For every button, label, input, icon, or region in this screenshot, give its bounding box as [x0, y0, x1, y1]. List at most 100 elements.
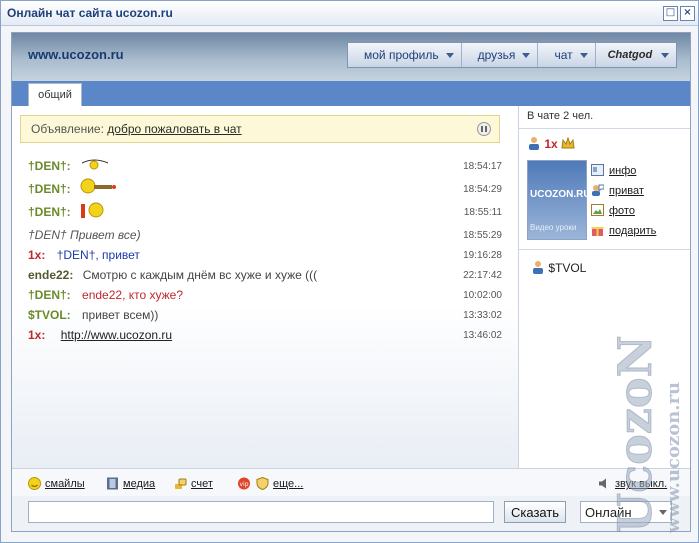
user-list-name: $TVOL	[548, 261, 587, 275]
shield-icon	[256, 477, 269, 490]
svg-text:vip: vip	[239, 481, 248, 488]
tab-general[interactable]: общий	[28, 83, 82, 107]
photo-icon	[591, 204, 604, 216]
sidebar-divider	[519, 249, 690, 250]
message-text: привет всем))	[82, 308, 159, 322]
film-icon	[107, 477, 118, 490]
media-label: медиа	[123, 478, 156, 490]
message-row: †DEN†: 18:54:17	[28, 159, 508, 179]
nav-chat-label: чат	[554, 48, 573, 62]
smiley-image	[81, 202, 104, 218]
action-photo[interactable]: фото	[591, 204, 635, 217]
pause-icon[interactable]	[477, 122, 491, 136]
avatar-title: UCOZON.RU	[530, 189, 591, 200]
selected-user-name: 1x	[544, 137, 558, 151]
message-nick[interactable]: ende22:	[28, 268, 73, 282]
sidebar-divider	[519, 128, 690, 129]
tab-bar	[12, 81, 690, 106]
chat-frame: www.ucozon.ru мой профиль друзья чат Cha…	[11, 32, 691, 532]
message-time: 19:16:28	[463, 250, 502, 261]
input-row: Сказать Онлайн	[12, 496, 690, 531]
message-nick[interactable]: †DEN†:	[28, 182, 71, 196]
status-value: Онлайн	[585, 505, 632, 520]
nav-friends[interactable]: друзья	[462, 43, 539, 67]
message-time: 22:17:42	[463, 270, 502, 281]
message-time: 13:46:02	[463, 330, 502, 341]
action-info-label: инфо	[609, 165, 637, 177]
nav-my-profile[interactable]: мой профиль	[348, 43, 462, 67]
smiley-image	[81, 159, 109, 170]
message-row: †DEN†: ende22, кто хуже? 10:02:00	[28, 288, 508, 308]
message-row: †DEN†: 18:55:11	[28, 202, 508, 225]
nav-chatgod[interactable]: Chatgod	[596, 43, 677, 67]
message-nick[interactable]: 1x:	[28, 328, 45, 342]
status-select[interactable]: Онлайн	[580, 501, 672, 523]
message-row: †DEN† Привет все) 18:55:29	[28, 228, 508, 248]
chevron-down-icon	[445, 53, 454, 58]
avatar-caption: Видео уроки	[530, 223, 577, 232]
nav-chat[interactable]: чат	[538, 43, 596, 67]
smiles-button[interactable]: смайлы	[28, 477, 85, 490]
smiley-icon	[28, 477, 41, 490]
message-nick[interactable]: †DEN†:	[28, 159, 71, 173]
user-icon	[529, 137, 539, 150]
site-name[interactable]: www.ucozon.ru	[28, 47, 124, 62]
user-sidebar: В чате 2 чел. 1x UCOZON.RU Видео уроки и…	[519, 106, 690, 468]
announcement-label: Объявление:	[31, 122, 104, 136]
message-text: Смотрю с каждым днём вс хуже и хуже (((	[82, 268, 318, 282]
message-time: 13:33:02	[463, 310, 502, 321]
score-button[interactable]: счет	[174, 477, 213, 490]
action-info[interactable]: инфо	[591, 164, 636, 177]
message-row: $TVOL: привет всем)) 13:33:02	[28, 308, 508, 328]
more-label: еще...	[273, 478, 304, 490]
user-list-item[interactable]: $TVOL	[531, 260, 586, 275]
private-message-icon	[592, 184, 604, 196]
message-nick[interactable]: 1x:	[28, 248, 45, 262]
chevron-down-icon	[522, 53, 531, 58]
action-gift[interactable]: подарить	[591, 224, 656, 237]
coins-icon	[175, 478, 187, 489]
message-row: 1x: http://www.ucozon.ru 13:46:02	[28, 328, 508, 348]
window-title: Онлайн чат сайта ucozon.ru	[7, 6, 173, 20]
smiley-image	[80, 178, 116, 194]
sound-label: звук выкл.	[615, 478, 668, 490]
speaker-icon	[599, 478, 606, 489]
nav-my-profile-label: мой профиль	[364, 48, 439, 62]
message-nick[interactable]: †DEN†:	[28, 205, 71, 219]
media-button[interactable]: медиа	[106, 477, 155, 490]
send-button[interactable]: Сказать	[504, 501, 566, 523]
more-button[interactable]: vip еще...	[236, 477, 303, 490]
message-row: ende22: Смотрю с каждым днём вс хуже и х…	[28, 268, 508, 288]
announcement-bar: Объявление: добро пожаловать в чат	[20, 115, 500, 143]
action-gift-label: подарить	[609, 225, 657, 237]
close-button[interactable]: ×	[680, 6, 695, 21]
score-label: счет	[191, 478, 213, 490]
chat-window: Онлайн чат сайта ucozon.ru □ × www.ucozo…	[0, 0, 699, 543]
title-bar: Онлайн чат сайта ucozon.ru □ ×	[1, 1, 698, 26]
user-avatar: UCOZON.RU Видео уроки	[527, 160, 591, 240]
smiles-label: смайлы	[45, 478, 85, 490]
message-time: 18:55:11	[463, 207, 502, 218]
message-link[interactable]: http://www.ucozon.ru	[61, 328, 172, 342]
message-nick[interactable]: †DEN†:	[28, 288, 71, 302]
chevron-down-icon	[659, 510, 667, 515]
message-area: Объявление: добро пожаловать в чат †DEN†…	[12, 106, 519, 468]
message-text: ende22, кто хуже?	[82, 288, 184, 302]
crown-icon	[561, 136, 575, 149]
maximize-button[interactable]: □	[663, 6, 678, 21]
vip-icon: vip	[238, 477, 250, 490]
message-row: †DEN†: 18:54:29	[28, 178, 508, 202]
announcement-link[interactable]: добро пожаловать в чат	[107, 122, 241, 136]
message-row: 1x: †DEN†, привет 19:16:28	[28, 248, 508, 268]
message-recipient[interactable]: †DEN†	[57, 248, 96, 262]
sound-toggle[interactable]: звук выкл.	[598, 477, 667, 490]
message-nick[interactable]: $TVOL:	[28, 308, 71, 322]
message-input[interactable]	[28, 501, 494, 523]
action-private[interactable]: приват	[591, 184, 644, 197]
message-text: , привет	[95, 248, 140, 262]
chevron-down-icon	[579, 53, 588, 58]
chevron-down-icon	[661, 53, 670, 58]
nav-friends-label: друзья	[477, 48, 516, 62]
message-time: 18:55:29	[463, 230, 502, 241]
selected-user[interactable]: 1x	[527, 136, 575, 151]
